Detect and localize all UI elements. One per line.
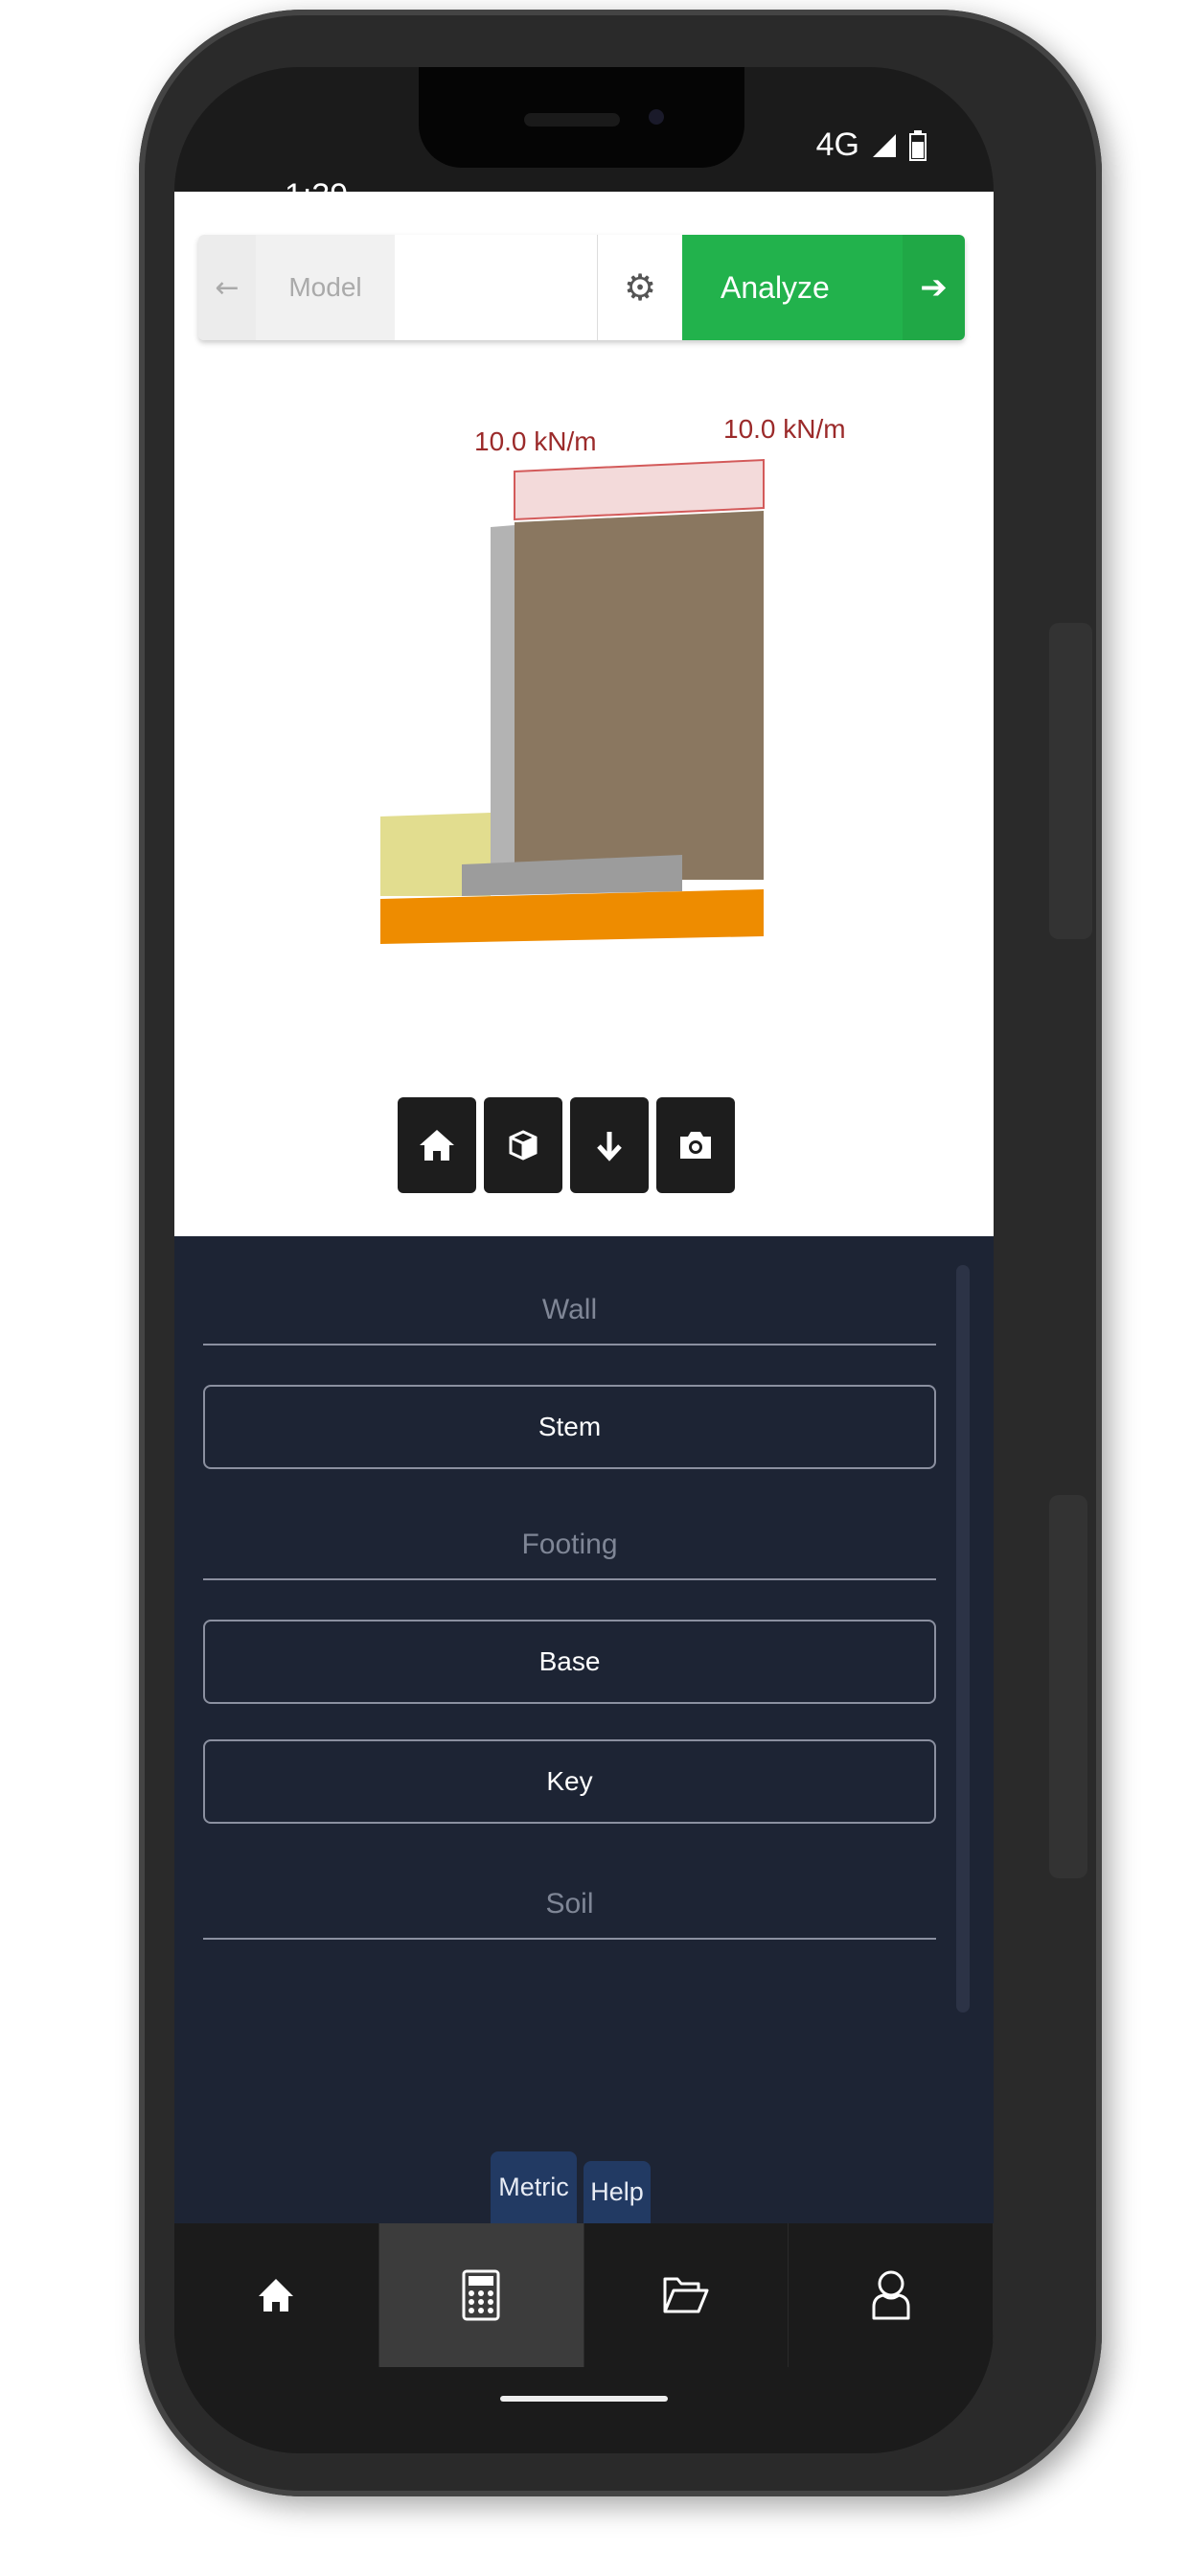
base-button[interactable]: Base <box>203 1620 936 1704</box>
cube-icon <box>509 1130 538 1161</box>
screenshot-button[interactable] <box>656 1097 735 1193</box>
home-icon <box>259 2279 294 2312</box>
download-button[interactable] <box>570 1097 649 1193</box>
section-footing: Footing <box>203 1529 936 1580</box>
nav-account[interactable] <box>789 2223 994 2367</box>
backfill-soil <box>515 511 764 880</box>
notch <box>419 67 744 168</box>
calculator-icon <box>462 2269 500 2321</box>
section-wall: Wall <box>203 1294 936 1346</box>
stem-button[interactable]: Stem <box>203 1385 936 1469</box>
section-title: Footing <box>521 1529 618 1560</box>
3d-view-button[interactable] <box>484 1097 562 1193</box>
section-title: Wall <box>541 1294 598 1325</box>
wall-model-drawing <box>380 458 765 944</box>
view-controls <box>398 1097 735 1193</box>
scrollbar[interactable] <box>956 1265 970 2012</box>
folder-open-icon <box>663 2277 709 2313</box>
signal-icon <box>873 133 896 157</box>
user-icon <box>872 2270 910 2320</box>
model-viewer[interactable]: ← Model ⚙ Analyze ➔ 10.0 kN/m 10.0 kN/m <box>174 192 994 1236</box>
key-button[interactable]: Key <box>203 1739 936 1824</box>
help-button[interactable]: Help <box>584 2161 651 2223</box>
battery-icon <box>909 129 927 161</box>
status-icons: 4G <box>816 126 927 164</box>
side-button <box>1049 1495 1087 1878</box>
home-view-button[interactable] <box>398 1097 476 1193</box>
surcharge-load <box>514 458 765 521</box>
network-label: 4G <box>815 126 859 163</box>
options-panel: Wall Stem Footing Base Key Soil Metric H… <box>174 1236 994 2223</box>
wall-stem <box>491 525 515 880</box>
side-button <box>1049 623 1092 939</box>
arrow-down-icon <box>597 1132 622 1162</box>
camera-icon <box>680 1132 711 1159</box>
nav-files[interactable] <box>584 2223 790 2367</box>
home-icon <box>420 1130 454 1161</box>
nav-home[interactable] <box>174 2223 379 2367</box>
bottom-nav <box>174 2223 994 2367</box>
metric-button[interactable]: Metric <box>491 2151 577 2223</box>
section-soil: Soil <box>203 1888 936 1940</box>
home-indicator <box>500 2396 668 2402</box>
foundation-soil <box>380 889 764 944</box>
section-title: Soil <box>545 1888 594 1920</box>
nav-calculator[interactable] <box>378 2223 584 2367</box>
screen: 1:39 4G ← Model ⚙ Analyze ➔ 10.0 kN/m 10… <box>174 67 994 2453</box>
